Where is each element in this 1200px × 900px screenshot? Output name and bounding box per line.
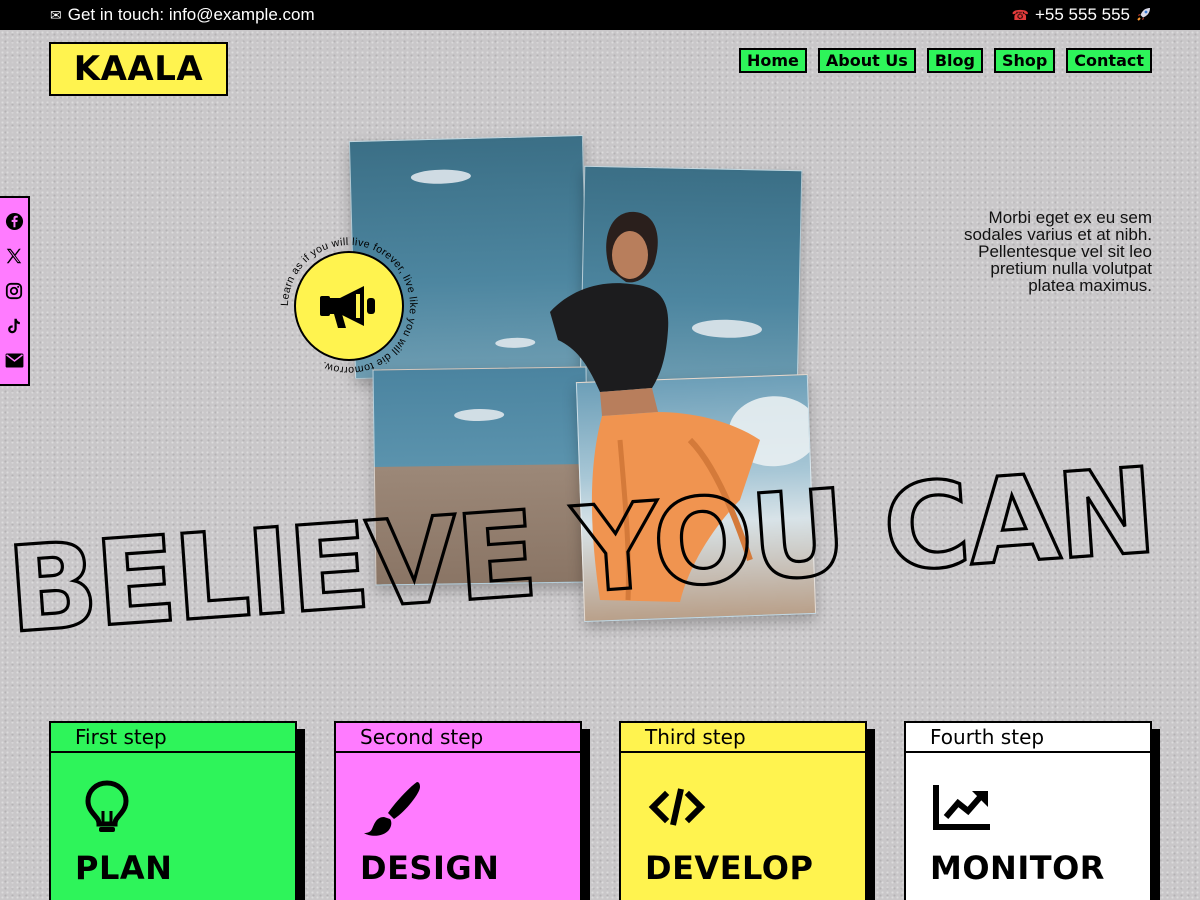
nav-about-us[interactable]: About Us xyxy=(817,48,916,73)
facebook-icon[interactable] xyxy=(4,211,24,231)
social-sidebar xyxy=(0,196,30,386)
paintbrush-icon xyxy=(364,782,420,836)
contact-email[interactable]: ✉ Get in touch: info@example.com xyxy=(50,5,315,25)
phone-label: +55 555 555 xyxy=(1034,5,1130,24)
badge-core xyxy=(294,251,404,361)
step-title: PLAN xyxy=(75,849,173,887)
email-icon[interactable] xyxy=(4,351,24,371)
hero-blurb: Morbi eget ex eu sem sodales varius et a… xyxy=(912,209,1152,294)
email-label: Get in touch: info@example.com xyxy=(67,5,315,24)
nav-contact[interactable]: Contact xyxy=(1066,48,1152,73)
hero-headline: BELIEVE YOU CAN xyxy=(2,440,1160,661)
step-card-monitor[interactable]: Fourth step MONITOR xyxy=(904,721,1152,900)
envelope-icon: ✉ xyxy=(50,6,62,23)
step-label: First step xyxy=(51,723,295,753)
blurb-line: platea maximus. xyxy=(1028,276,1152,295)
step-label: Second step xyxy=(336,723,580,753)
step-title: DESIGN xyxy=(360,849,500,887)
blurb-line: pretium nulla volutpat xyxy=(990,259,1152,278)
step-title: MONITOR xyxy=(930,849,1105,887)
step-card-plan[interactable]: First step PLAN xyxy=(49,721,297,900)
main-nav: Home About Us Blog Shop Contact xyxy=(738,48,1152,73)
x-icon[interactable] xyxy=(4,246,24,266)
headline-text: BELIEVE YOU CAN xyxy=(3,441,1158,659)
blurb-line: Pellentesque vel sit leo xyxy=(978,242,1152,261)
step-label: Fourth step xyxy=(906,723,1150,753)
nav-shop[interactable]: Shop xyxy=(993,48,1056,73)
nav-home[interactable]: Home xyxy=(738,48,807,73)
blurb-line: Morbi eget ex eu sem xyxy=(988,208,1152,227)
rocket-icon xyxy=(1136,6,1152,25)
top-bar: ✉ Get in touch: info@example.com ☎ +55 5… xyxy=(0,0,1200,30)
blurb-line: sodales varius et at nibh. xyxy=(963,225,1152,244)
tiktok-icon[interactable] xyxy=(4,316,24,336)
step-card-develop[interactable]: Third step DEVELOP xyxy=(619,721,867,900)
telephone-icon: ☎ xyxy=(1011,6,1029,23)
chart-line-icon xyxy=(933,785,990,830)
step-title: DEVELOP xyxy=(645,849,814,887)
step-label: Third step xyxy=(621,723,865,753)
contact-phone[interactable]: ☎ +55 555 555 xyxy=(1012,5,1152,25)
quote-badge: Learn as if you will live forever, live … xyxy=(279,236,419,376)
site-logo[interactable]: KAALA xyxy=(49,42,228,96)
lightbulb-icon xyxy=(85,780,129,832)
megaphone-icon xyxy=(320,286,375,328)
instagram-icon[interactable] xyxy=(4,281,24,301)
code-icon xyxy=(648,788,706,826)
nav-blog[interactable]: Blog xyxy=(926,48,983,73)
step-card-design[interactable]: Second step DESIGN xyxy=(334,721,582,900)
